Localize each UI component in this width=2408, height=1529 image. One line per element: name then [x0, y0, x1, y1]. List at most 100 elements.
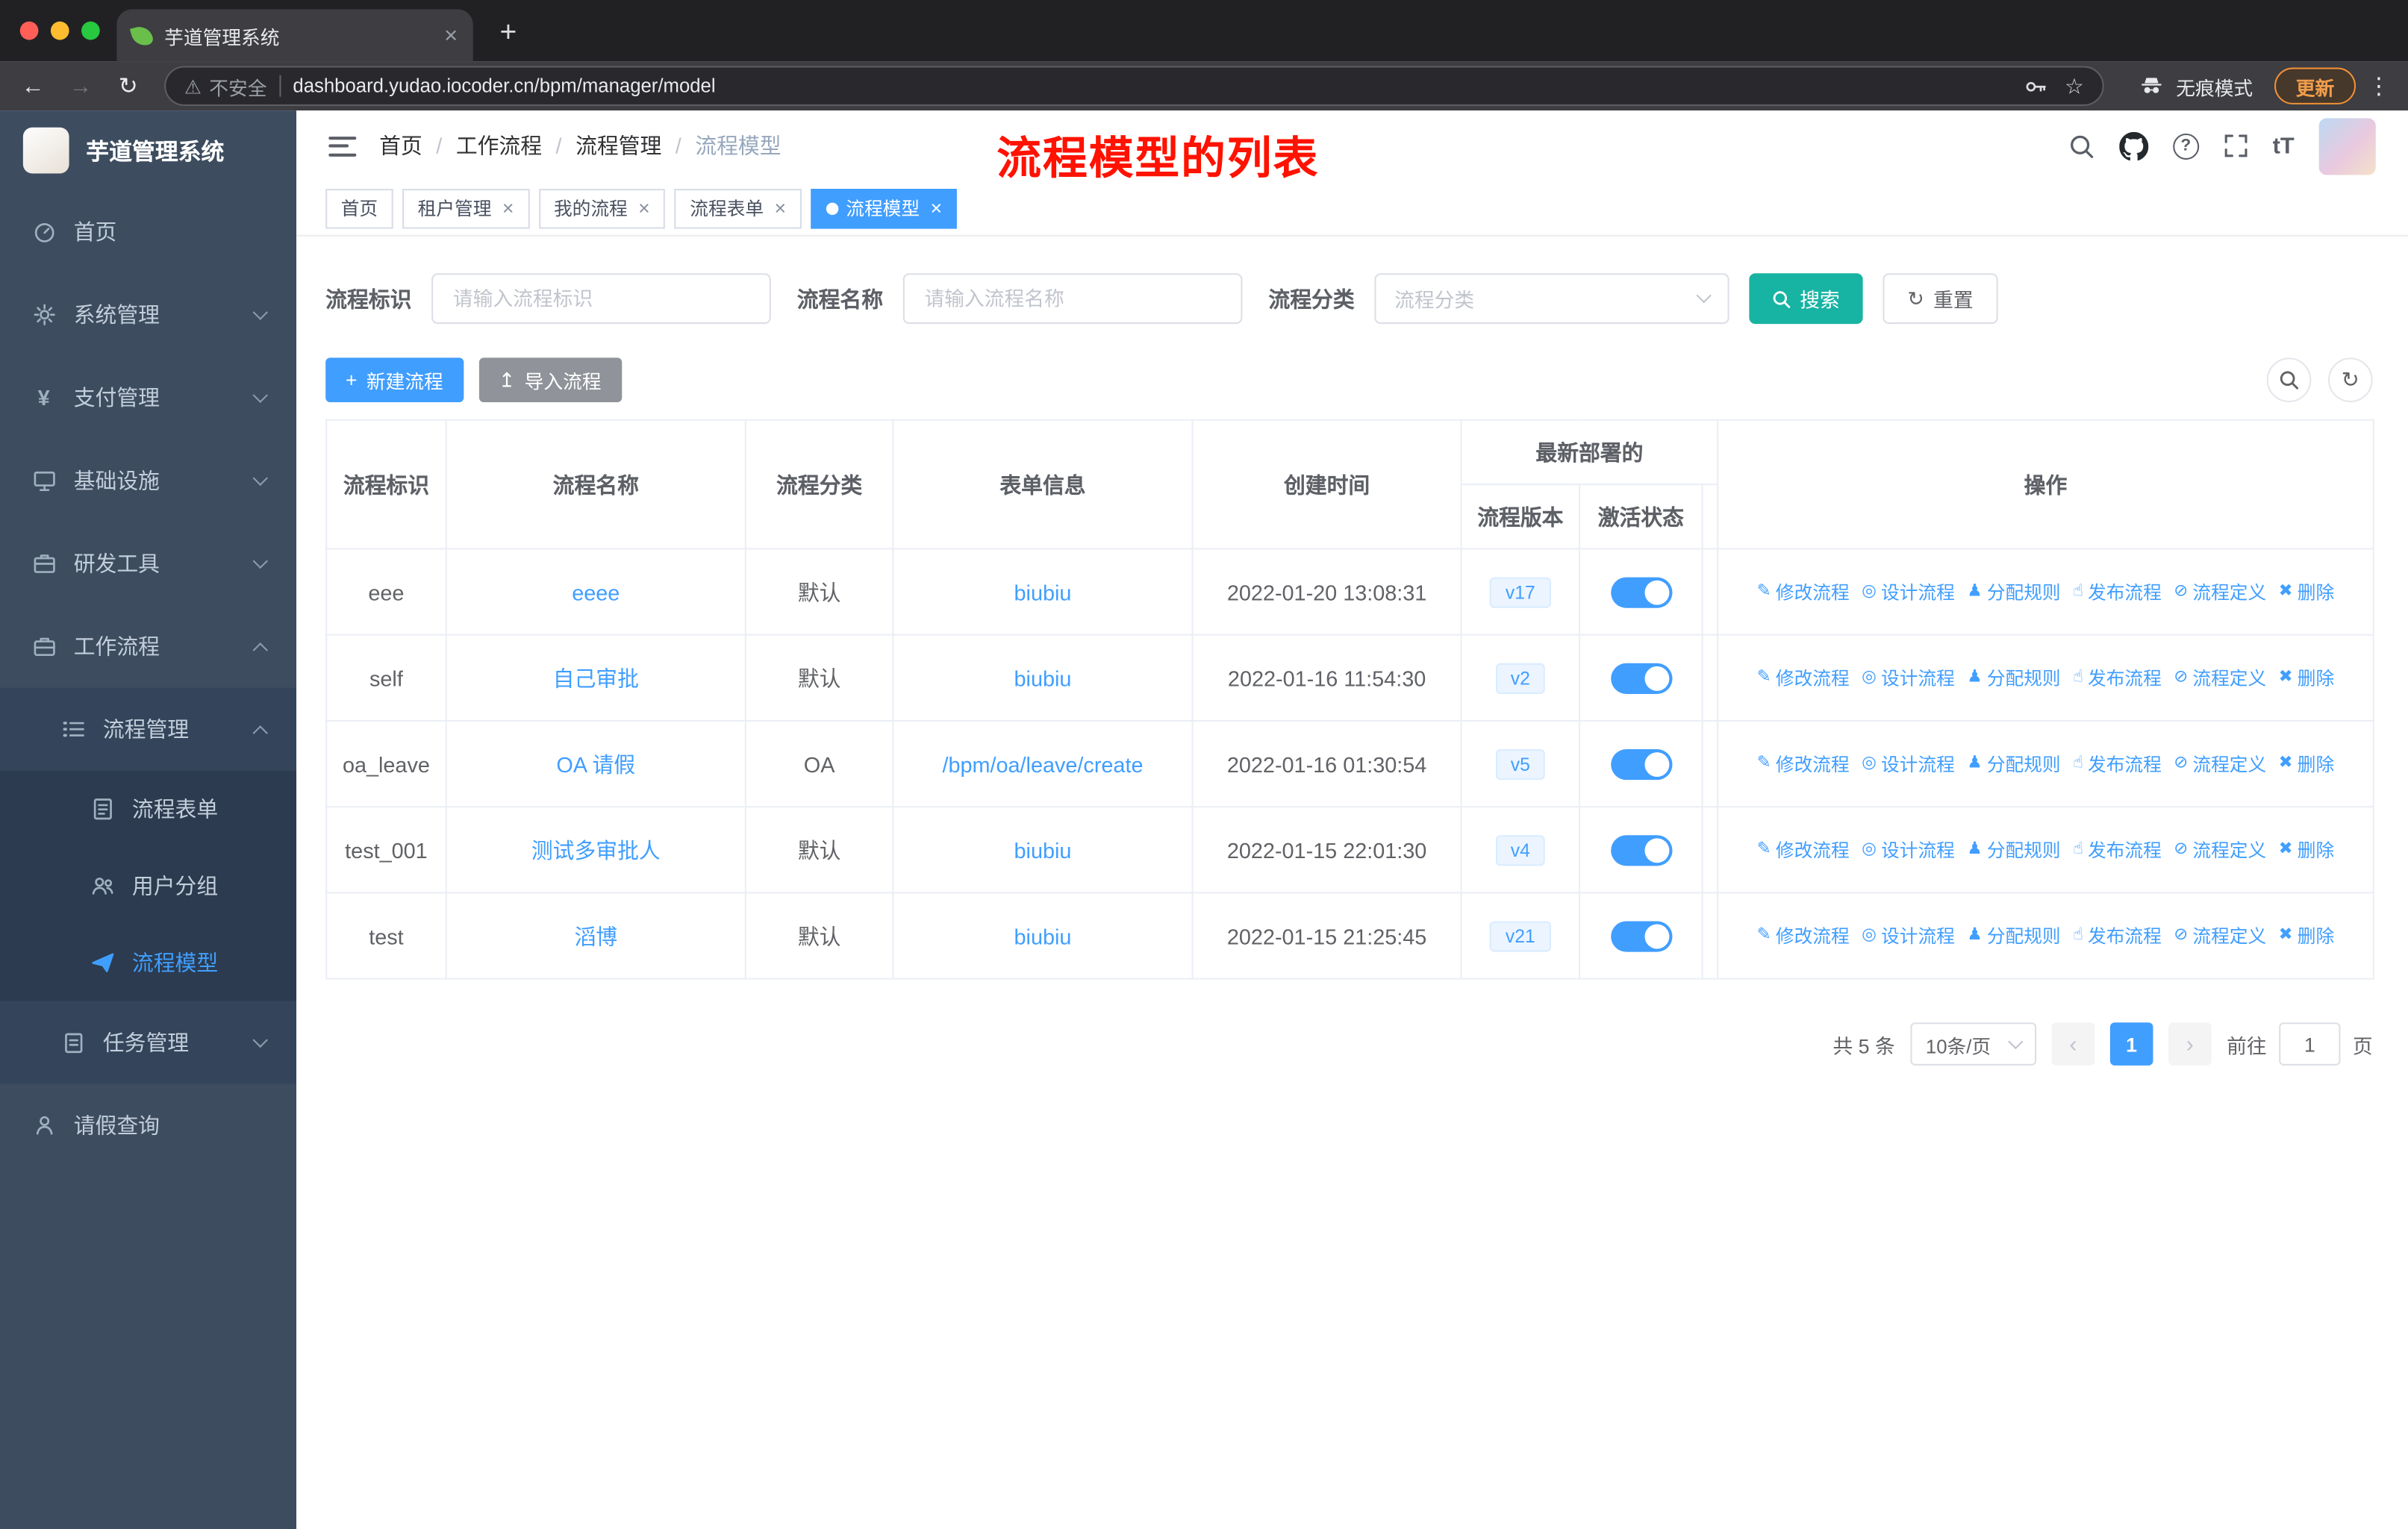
refresh-table-button[interactable]: ↻: [2328, 357, 2373, 403]
modify-process-link[interactable]: ✎ 修改流程: [1757, 922, 1850, 948]
sidebar-item-infra[interactable]: 基础设施: [0, 439, 296, 522]
back-button[interactable]: ←: [12, 66, 54, 105]
sidebar-item-process-model[interactable]: 流程模型: [0, 925, 296, 1001]
assign-rule-link[interactable]: ♟ 分配规则: [1967, 579, 2060, 605]
close-icon[interactable]: ×: [638, 196, 650, 219]
font-size-icon[interactable]: tT: [2273, 133, 2295, 159]
sidebar-item-home[interactable]: 首页: [0, 190, 296, 273]
tag-process-model[interactable]: 流程模型 ×: [810, 188, 958, 228]
goto-page-input[interactable]: [2279, 1022, 2341, 1066]
security-chip[interactable]: ⚠ 不安全: [184, 72, 267, 101]
import-process-button[interactable]: ↥ 导入流程: [478, 357, 622, 403]
sidebar-item-system[interactable]: 系统管理: [0, 273, 296, 356]
reload-button[interactable]: ↻: [107, 66, 149, 105]
sidebar-item-process-mgmt[interactable]: 流程管理: [0, 688, 296, 771]
sidebar-item-process-form[interactable]: 流程表单: [0, 771, 296, 848]
process-category-select[interactable]: 流程分类: [1374, 273, 1729, 325]
publish-process-link[interactable]: ☝ 发布流程: [2073, 579, 2162, 605]
form-info-link[interactable]: biubiu: [1014, 666, 1072, 690]
delete-process-link[interactable]: ✖ 删除: [2279, 837, 2335, 863]
tag-home[interactable]: 首页: [325, 188, 393, 228]
form-info-link[interactable]: biubiu: [1014, 924, 1072, 948]
address-bar[interactable]: ⚠ 不安全 dashboard.yudao.iocoder.cn/bpm/man…: [164, 66, 2104, 106]
search-icon[interactable]: [2068, 133, 2094, 159]
window-close-button[interactable]: [19, 21, 39, 40]
tag-my-process[interactable]: 我的流程 ×: [538, 188, 666, 228]
prev-page-button[interactable]: ‹: [2051, 1022, 2095, 1066]
tag-process-form[interactable]: 流程表单 ×: [674, 188, 802, 228]
modify-process-link[interactable]: ✎ 修改流程: [1757, 751, 1850, 777]
delete-process-link[interactable]: ✖ 删除: [2279, 579, 2335, 605]
form-info-link[interactable]: /bpm/oa/leave/create: [942, 751, 1143, 776]
process-name-link[interactable]: 测试多审批人: [531, 837, 661, 862]
publish-process-link[interactable]: ☝ 发布流程: [2073, 751, 2162, 777]
publish-process-link[interactable]: ☝ 发布流程: [2073, 837, 2162, 863]
active-toggle[interactable]: [1610, 662, 1672, 693]
sidebar-item-task-mgmt[interactable]: 任务管理: [0, 1001, 296, 1084]
close-icon[interactable]: ×: [930, 196, 942, 219]
active-toggle[interactable]: [1610, 576, 1672, 607]
design-process-link[interactable]: ◎ 设计流程: [1862, 579, 1955, 605]
current-page-button[interactable]: 1: [2109, 1022, 2153, 1066]
breadcrumb-home[interactable]: 首页: [379, 131, 422, 161]
new-tab-button[interactable]: +: [485, 10, 531, 57]
page-size-select[interactable]: 10条/页: [1910, 1022, 2037, 1066]
process-name-link[interactable]: OA 请假: [556, 751, 635, 776]
user-avatar[interactable]: [2318, 117, 2376, 175]
bookmark-star-icon[interactable]: ☆: [2065, 73, 2084, 99]
create-process-button[interactable]: + 新建流程: [325, 357, 464, 403]
reset-button[interactable]: ↻ 重置: [1883, 273, 1998, 325]
form-info-link[interactable]: biubiu: [1014, 580, 1072, 604]
toggle-search-button[interactable]: [2266, 357, 2312, 403]
process-definition-link[interactable]: ⊘ 流程定义: [2174, 665, 2266, 691]
assign-rule-link[interactable]: ♟ 分配规则: [1967, 922, 2060, 948]
delete-process-link[interactable]: ✖ 删除: [2279, 922, 2335, 948]
tag-tenant-mgmt[interactable]: 租户管理 ×: [402, 188, 530, 228]
process-name-link[interactable]: 自己审批: [553, 666, 639, 690]
active-toggle[interactable]: [1610, 834, 1672, 866]
process-name-input[interactable]: [902, 273, 1243, 325]
sidebar-item-workflow[interactable]: 工作流程: [0, 605, 296, 688]
assign-rule-link[interactable]: ♟ 分配规则: [1967, 751, 2060, 777]
assign-rule-link[interactable]: ♟ 分配规则: [1967, 837, 2060, 863]
process-definition-link[interactable]: ⊘ 流程定义: [2174, 751, 2266, 777]
window-minimize-button[interactable]: [50, 21, 69, 40]
publish-process-link[interactable]: ☝ 发布流程: [2073, 665, 2162, 691]
process-id-input[interactable]: [431, 273, 771, 325]
design-process-link[interactable]: ◎ 设计流程: [1862, 665, 1955, 691]
assign-rule-link[interactable]: ♟ 分配规则: [1967, 665, 2060, 691]
search-button[interactable]: 搜索: [1749, 273, 1863, 325]
next-page-button[interactable]: ›: [2168, 1022, 2212, 1066]
active-toggle[interactable]: [1610, 748, 1672, 780]
github-icon[interactable]: [2118, 131, 2148, 160]
browser-tab[interactable]: 芋道管理系统 ×: [116, 9, 473, 62]
delete-process-link[interactable]: ✖ 删除: [2279, 751, 2335, 777]
help-icon[interactable]: ?: [2172, 132, 2199, 159]
design-process-link[interactable]: ◎ 设计流程: [1862, 922, 1955, 948]
window-maximize-button[interactable]: [81, 21, 100, 40]
breadcrumb-process-mgmt[interactable]: 流程管理: [576, 131, 661, 161]
form-info-link[interactable]: biubiu: [1014, 837, 1072, 862]
logo[interactable]: 芋道管理系统: [0, 110, 296, 190]
process-definition-link[interactable]: ⊘ 流程定义: [2174, 579, 2266, 605]
close-icon[interactable]: ×: [774, 196, 786, 219]
sidebar-item-payment[interactable]: ¥ 支付管理: [0, 356, 296, 439]
modify-process-link[interactable]: ✎ 修改流程: [1757, 837, 1850, 863]
publish-process-link[interactable]: ☝ 发布流程: [2073, 922, 2162, 948]
process-name-link[interactable]: eeee: [572, 580, 620, 604]
modify-process-link[interactable]: ✎ 修改流程: [1757, 579, 1850, 605]
sidebar-item-user-group[interactable]: 用户分组: [0, 848, 296, 925]
fullscreen-icon[interactable]: [2224, 134, 2248, 158]
browser-menu-icon[interactable]: ⋮: [2362, 66, 2395, 105]
breadcrumb-workflow[interactable]: 工作流程: [456, 131, 542, 161]
forward-button[interactable]: →: [60, 66, 102, 105]
modify-process-link[interactable]: ✎ 修改流程: [1757, 665, 1850, 691]
collapse-sidebar-icon[interactable]: [328, 136, 357, 156]
browser-update-button[interactable]: 更新: [2274, 67, 2356, 104]
password-key-icon[interactable]: [2024, 75, 2047, 98]
process-definition-link[interactable]: ⊘ 流程定义: [2174, 922, 2266, 948]
tab-close-icon[interactable]: ×: [444, 24, 458, 47]
sidebar-item-leave-query[interactable]: 请假查询: [0, 1084, 296, 1167]
process-name-link[interactable]: 滔博: [574, 924, 617, 948]
process-definition-link[interactable]: ⊘ 流程定义: [2174, 837, 2266, 863]
